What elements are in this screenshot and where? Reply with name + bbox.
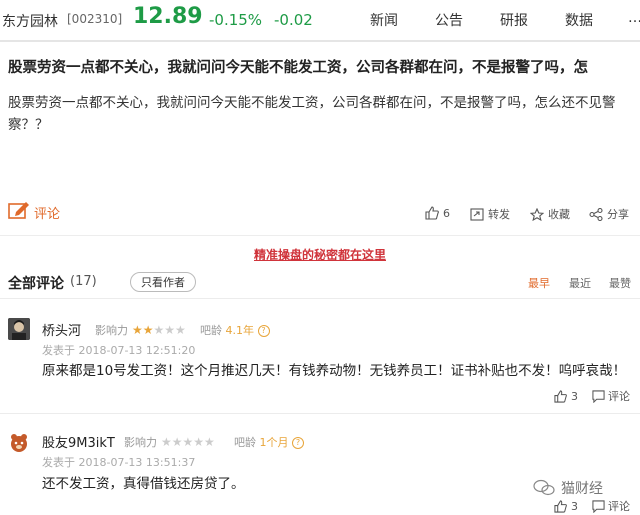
comment-reply-button[interactable]: 评论 bbox=[592, 388, 630, 404]
thumbs-up-icon bbox=[554, 389, 567, 403]
stock-header: 东方园林 [002310] 12.89 -0.15% -0.02 新闻 公告 研… bbox=[0, 0, 640, 42]
sort-earliest[interactable]: 最早 bbox=[528, 275, 550, 291]
share-label: 分享 bbox=[607, 208, 629, 221]
repost-button[interactable]: 转发 bbox=[470, 206, 510, 222]
thumbs-up-icon bbox=[425, 206, 439, 220]
comment-icon bbox=[592, 389, 605, 403]
influence-label: 影响力 bbox=[124, 436, 157, 449]
watermark: 猫财经 bbox=[533, 478, 603, 498]
author-only-button[interactable]: 只看作者 bbox=[130, 272, 196, 292]
post-title: 股票劳资一点都不关心，我就问问今天能不能发工资，公司各群都在问，不是报警了吗，怎 bbox=[8, 60, 588, 76]
nav-news[interactable]: 新闻 bbox=[370, 10, 398, 30]
help-icon[interactable]: ? bbox=[257, 325, 270, 337]
nav-research[interactable]: 研报 bbox=[500, 10, 528, 30]
avatar[interactable] bbox=[8, 318, 30, 340]
share-icon bbox=[589, 207, 603, 221]
post-body: 股票劳资一点都不关心，我就问问今天能不能发工资，公司各群都在问，不是报警了吗，怎… bbox=[8, 95, 616, 133]
influence-stars: ★★★★★ bbox=[161, 435, 215, 449]
repost-icon bbox=[470, 207, 484, 221]
influence-rating: 影响力 ★★★★★ bbox=[95, 322, 186, 338]
nav-data[interactable]: 数据 bbox=[565, 10, 593, 30]
star-outline-icon bbox=[530, 207, 544, 221]
comment-reply-button[interactable]: 评论 bbox=[592, 498, 630, 514]
comment-text: 还不发工资，真得借钱还房贷了。 bbox=[42, 476, 245, 492]
comment-author[interactable]: 桥头河 bbox=[42, 320, 81, 339]
help-icon[interactable]: ? bbox=[292, 437, 304, 449]
avatar[interactable] bbox=[8, 432, 30, 454]
sort-latest[interactable]: 最近 bbox=[569, 275, 591, 291]
edit-icon bbox=[8, 201, 30, 223]
comments-divider bbox=[0, 298, 640, 299]
influence-stars: ★★★★★ bbox=[132, 323, 186, 337]
bar-age: 吧龄 4.1年 ? bbox=[200, 322, 270, 338]
comments-divider bbox=[0, 413, 640, 414]
comment-author[interactable]: 股友9M3ikT bbox=[42, 432, 115, 451]
comment-actions: 3 评论 bbox=[554, 388, 630, 404]
influence-label: 影响力 bbox=[95, 324, 128, 337]
nav-more-partial[interactable]: … bbox=[628, 10, 640, 26]
thumbs-up-icon bbox=[554, 499, 567, 513]
comment-icon bbox=[592, 499, 605, 513]
repost-label: 转发 bbox=[488, 208, 510, 221]
promo-link[interactable]: 精准操盘的秘密都在这里 bbox=[0, 246, 640, 263]
comment-count: (17) bbox=[70, 274, 97, 289]
comment-like-button[interactable]: 3 bbox=[554, 500, 578, 513]
divider bbox=[0, 235, 640, 236]
favorite-button[interactable]: 收藏 bbox=[530, 206, 570, 222]
comment-like-button[interactable]: 3 bbox=[554, 390, 578, 403]
comment-time: 发表于 2018-07-13 12:51:20 bbox=[42, 344, 196, 357]
nav-announcements[interactable]: 公告 bbox=[435, 10, 463, 30]
like-button[interactable]: 6 bbox=[425, 206, 450, 220]
comment-time: 发表于 2018-07-13 13:51:37 bbox=[42, 456, 196, 469]
change-percent: -0.15% bbox=[209, 11, 263, 29]
stock-name[interactable]: 东方园林 bbox=[2, 11, 58, 31]
sort-most-liked[interactable]: 最赞 bbox=[609, 275, 631, 291]
like-count: 6 bbox=[443, 206, 450, 220]
stock-code: [002310] bbox=[67, 12, 123, 26]
watermark-text: 猫财经 bbox=[561, 481, 603, 497]
comment-text: 原来都是10号发工资！这个月推迟几天！有钱养动物！无钱养员工！证书补贴也不发！呜… bbox=[42, 363, 627, 379]
comment-actions: 3 评论 bbox=[554, 498, 630, 514]
influence-rating: 影响力 ★★★★★ bbox=[124, 434, 215, 450]
stock-price: 12.89 bbox=[133, 4, 203, 29]
all-comments-title: 全部评论 bbox=[8, 276, 64, 292]
bar-age: 吧龄 1个月 ? bbox=[234, 434, 304, 450]
share-button[interactable]: 分享 bbox=[589, 206, 629, 222]
write-comment-button[interactable]: 评论 bbox=[8, 202, 60, 222]
favorite-label: 收藏 bbox=[548, 208, 570, 221]
wechat-icon bbox=[533, 479, 555, 496]
change-amount: -0.02 bbox=[274, 11, 313, 29]
write-comment-label: 评论 bbox=[34, 206, 61, 222]
